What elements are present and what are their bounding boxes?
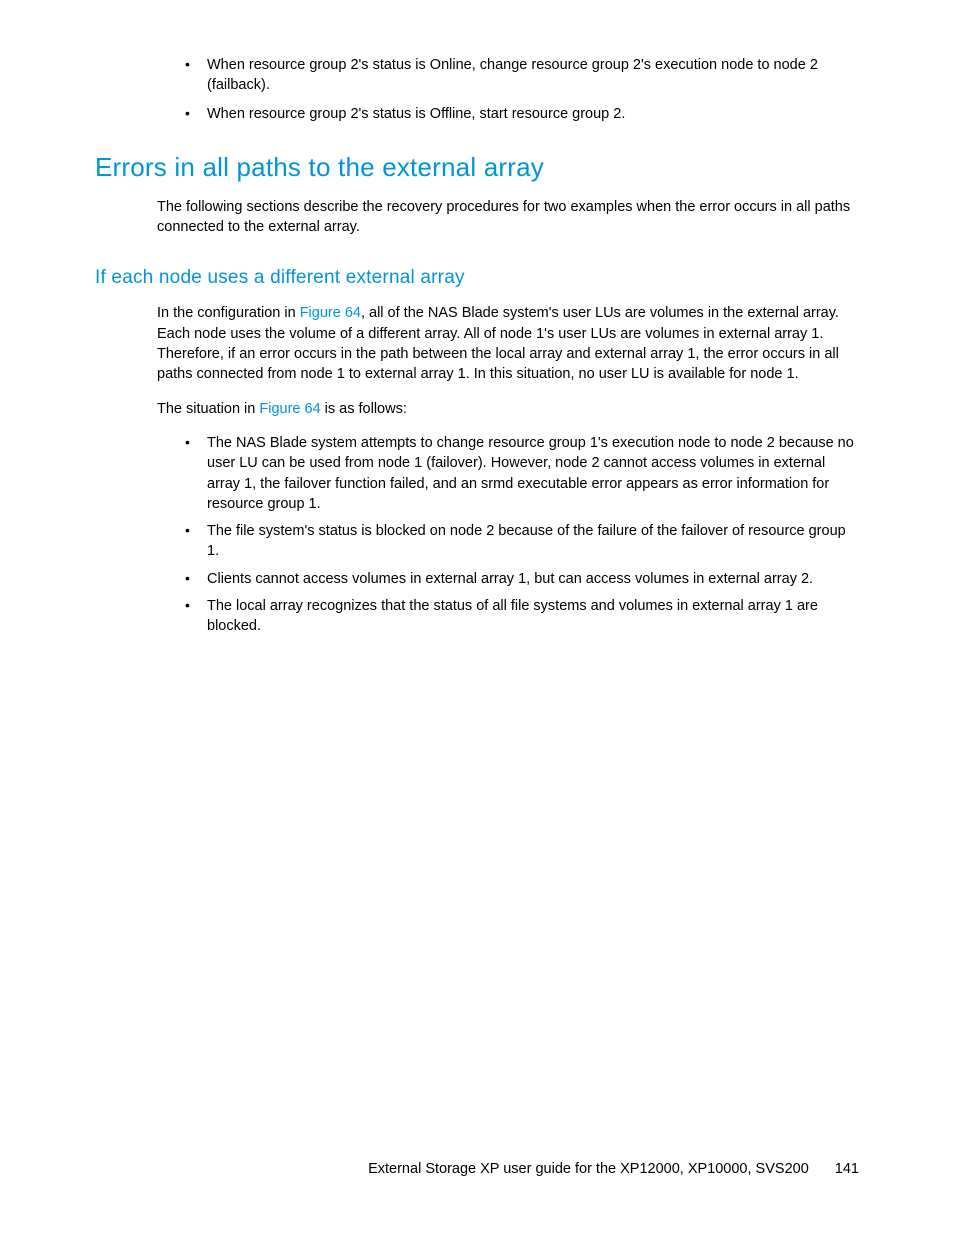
section-body: The following sections describe the reco… xyxy=(157,197,859,238)
footer-page-number: 141 xyxy=(835,1161,859,1177)
list-item-text: When resource group 2's status is Offlin… xyxy=(207,104,625,124)
list-item: • Clients cannot access volumes in exter… xyxy=(185,569,859,589)
list-item: • When resource group 2's status is Offl… xyxy=(185,104,859,124)
page-footer: External Storage XP user guide for the X… xyxy=(368,1161,859,1177)
config-paragraph: In the configuration in Figure 64, all o… xyxy=(157,303,859,384)
list-item-text: The NAS Blade system attempts to change … xyxy=(207,433,859,514)
list-item: • The NAS Blade system attempts to chang… xyxy=(185,433,859,514)
section-body: In the configuration in Figure 64, all o… xyxy=(157,303,859,418)
heading-errors-all-paths: Errors in all paths to the external arra… xyxy=(95,152,859,183)
intro-paragraph: The following sections describe the reco… xyxy=(157,197,859,238)
list-item: • When resource group 2's status is Onli… xyxy=(185,55,859,96)
text-fragment: In the configuration in xyxy=(157,305,300,321)
list-item-text: Clients cannot access volumes in externa… xyxy=(207,569,813,589)
bullet-icon: • xyxy=(185,521,207,562)
situation-bullet-list: • The NAS Blade system attempts to chang… xyxy=(185,433,859,637)
page-content: • When resource group 2's status is Onli… xyxy=(0,0,954,637)
text-fragment: is as follows: xyxy=(321,401,407,417)
bullet-icon: • xyxy=(185,55,207,96)
bullet-icon: • xyxy=(185,104,207,124)
heading-different-external-array: If each node uses a different external a… xyxy=(95,267,859,289)
list-item: • The local array recognizes that the st… xyxy=(185,596,859,637)
list-item-text: The file system's status is blocked on n… xyxy=(207,521,859,562)
bullet-icon: • xyxy=(185,569,207,589)
footer-doc-title: External Storage XP user guide for the X… xyxy=(368,1161,809,1177)
list-item-text: When resource group 2's status is Online… xyxy=(207,55,859,96)
bullet-icon: • xyxy=(185,596,207,637)
situation-paragraph: The situation in Figure 64 is as follows… xyxy=(157,399,859,419)
figure-link[interactable]: Figure 64 xyxy=(259,401,320,417)
list-item: • The file system's status is blocked on… xyxy=(185,521,859,562)
list-item-text: The local array recognizes that the stat… xyxy=(207,596,859,637)
text-fragment: The situation in xyxy=(157,401,259,417)
figure-link[interactable]: Figure 64 xyxy=(300,305,361,321)
bullet-icon: • xyxy=(185,433,207,514)
top-bullet-list: • When resource group 2's status is Onli… xyxy=(185,55,859,124)
